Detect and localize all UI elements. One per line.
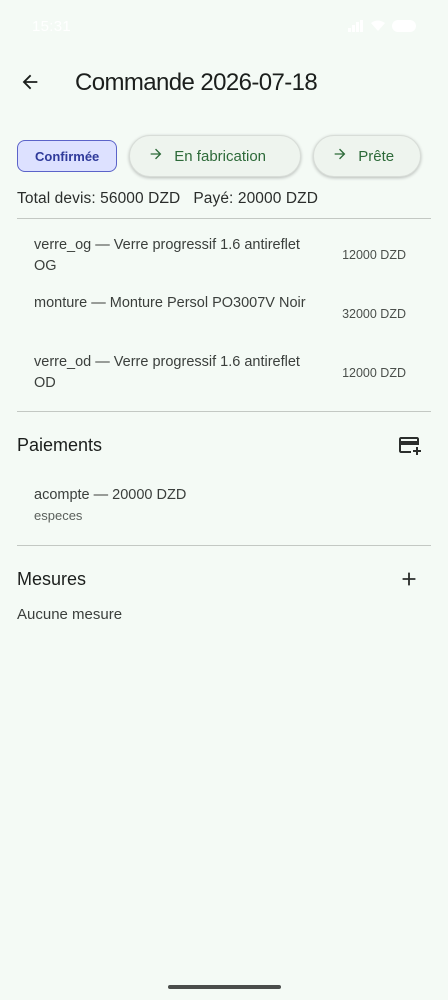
line-item-description: verre_og — Verre progressif 1.6 antirefl… [34,237,300,274]
line-item-description: verre_od — Verre progressif 1.6 antirefl… [34,354,300,391]
set-status-in-production-button[interactable]: En fabrication [129,135,302,177]
plus-icon [398,568,420,595]
payments-title: Paiements [17,435,103,455]
arrow-forward-icon [148,146,164,166]
wifi-icon [370,19,386,37]
status-icons [348,19,418,37]
line-item-price: 12000 DZD [342,366,406,380]
divider [17,545,431,546]
line-item: monture — Monture Persol PO3007V Noir 32… [34,293,414,321]
page-title: Commande 2026-07-18 [75,69,318,96]
measures-title: Mesures [17,569,87,589]
divider [17,411,431,412]
measures-empty-text: Aucune mesure [17,606,123,623]
in-production-label: En fabrication [174,147,267,165]
status-bar: 15:31 [0,0,448,54]
payment-amount: acompte — 20000 DZD [34,487,187,503]
arrow-back-icon [19,71,41,98]
payment-entry: acompte — 20000 DZD especes [34,485,186,523]
order-detail-screen: 15:31 Commande 2026-07-18 Confirmée En f… [0,0,448,1000]
add-measure-button[interactable] [391,563,427,599]
line-item-price: 32000 DZD [342,307,406,321]
battery-icon [392,19,418,37]
status-chip-confirmed[interactable]: Confirmée [17,140,118,172]
add-card-icon [397,433,421,462]
paid-total: Payé: 20000 DZD [193,190,319,207]
set-status-ready-button[interactable]: Prête [313,135,422,177]
add-payment-button[interactable] [391,429,427,465]
divider [17,218,431,219]
status-time: 15:31 [32,18,72,35]
arrow-forward-icon [332,146,348,166]
line-item: verre_og — Verre progressif 1.6 antirefl… [34,235,414,277]
line-item: verre_od — Verre progressif 1.6 antirefl… [34,352,414,394]
status-chip-row: Confirmée En fabrication Prête [17,134,422,178]
quote-total: Total devis: 56000 DZD [17,190,181,207]
payments-header: Paiements [17,427,431,467]
line-item-description: monture — Monture Persol PO3007V Noir [34,295,306,311]
order-totals: Total devis: 56000 DZD Payé: 20000 DZD [17,190,318,208]
home-indicator[interactable] [168,985,281,989]
payment-method: especes [34,508,83,523]
back-button[interactable] [10,64,50,104]
signal-icon [348,19,364,37]
top-app-bar: Commande 2026-07-18 [0,60,448,108]
line-item-price: 12000 DZD [342,248,406,262]
ready-label: Prête [358,147,395,165]
measures-header: Mesures [17,561,431,601]
